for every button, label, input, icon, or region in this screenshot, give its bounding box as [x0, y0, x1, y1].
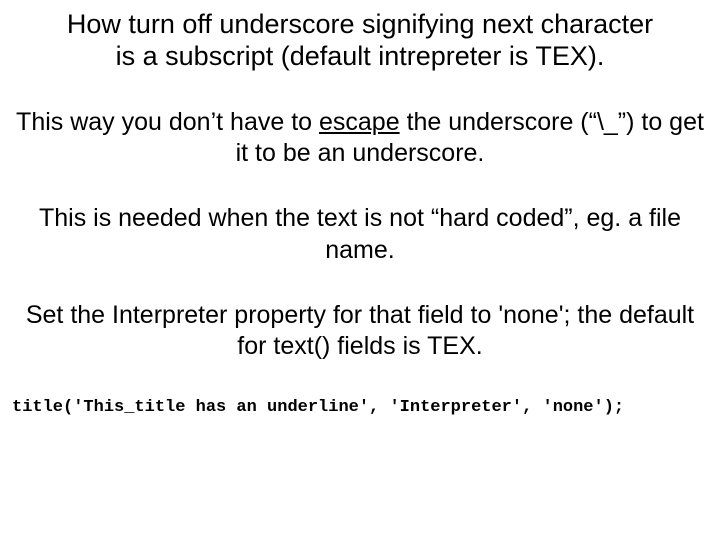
p1-prefix: This way you don’t have to	[16, 108, 319, 136]
p2-text: This is needed when the text is not “har…	[39, 204, 681, 263]
paragraph-escape: This way you don’t have to escape the un…	[10, 107, 710, 170]
code-text: title('This_title has an underline', 'In…	[12, 398, 624, 417]
p3-text: Set the Interpreter property for that fi…	[26, 301, 694, 360]
paragraph-interpreter: Set the Interpreter property for that fi…	[10, 300, 710, 363]
paragraph-need: This is needed when the text is not “har…	[10, 203, 710, 266]
title-line-1: How turn off underscore signifying next …	[67, 9, 653, 39]
document-page: How turn off underscore signifying next …	[0, 0, 720, 540]
title-line-2: is a subscript (default intrepreter is T…	[116, 41, 605, 71]
code-line: title('This_title has an underline', 'In…	[10, 398, 710, 417]
page-title: How turn off underscore signifying next …	[10, 8, 710, 73]
escape-link[interactable]: escape	[319, 108, 400, 136]
